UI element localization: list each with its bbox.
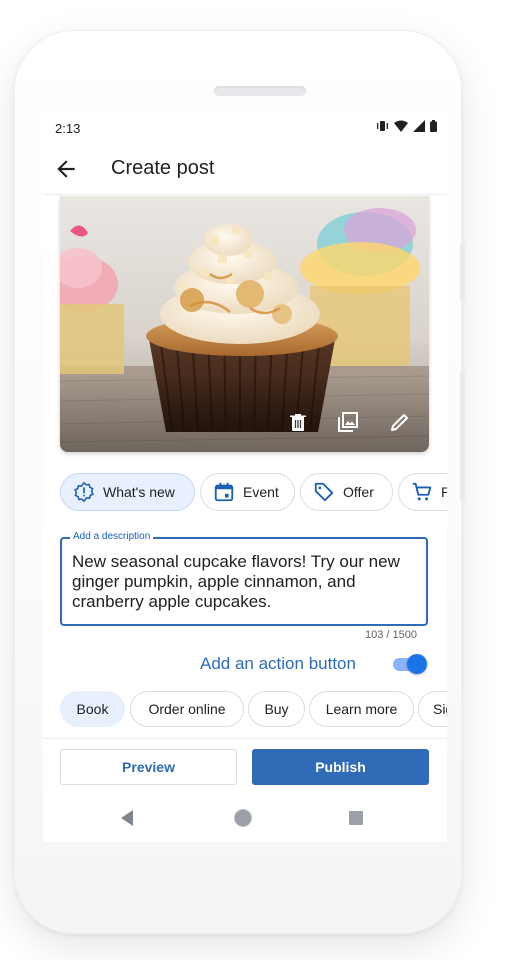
chip-label: P (441, 484, 447, 500)
description-field[interactable]: Add a description New seasonal cupcake f… (60, 531, 428, 626)
character-counter: 103 / 1500 (365, 629, 417, 641)
post-photo (60, 196, 429, 452)
toggle-thumb (407, 654, 427, 674)
photo-actions (60, 196, 429, 452)
whats-new-badge-icon (74, 481, 94, 503)
phone-volume-button (460, 372, 465, 500)
chip-product[interactable]: P (398, 473, 447, 511)
chip-label: Sig (433, 701, 447, 717)
chip-sign-up[interactable]: Sig (418, 691, 447, 727)
status-time: 2:13 (55, 121, 81, 136)
chip-label: Offer (343, 484, 374, 500)
chip-label: Buy (264, 701, 289, 717)
tag-icon (314, 482, 334, 502)
battery-icon (430, 120, 437, 132)
phone-power-button (460, 244, 465, 300)
cart-icon (412, 482, 432, 501)
nav-recents-icon[interactable] (349, 811, 363, 825)
chip-buy[interactable]: Buy (248, 691, 305, 727)
app-bar: Create post (43, 144, 447, 195)
screen: 2:13 Create post What's new Event Offer … (43, 114, 447, 842)
nav-home-icon[interactable] (234, 809, 252, 827)
chip-label: Order online (148, 701, 226, 717)
action-type-chips: Book Order online Buy Learn more Sig (60, 691, 447, 731)
page-title: Create post (111, 157, 215, 179)
photo-library-icon[interactable] (336, 410, 360, 434)
chip-label: What's new (103, 484, 175, 500)
chip-whats-new[interactable]: What's new (60, 473, 195, 511)
nav-back-icon[interactable] (121, 810, 133, 826)
edit-icon[interactable] (388, 410, 412, 434)
status-icons (376, 120, 437, 132)
chip-book[interactable]: Book (60, 691, 125, 727)
preview-button[interactable]: Preview (60, 749, 237, 785)
divider (43, 738, 447, 739)
system-nav-bar (43, 798, 447, 842)
description-label: Add a description (70, 531, 154, 542)
post-type-chips: What's new Event Offer P (60, 473, 447, 513)
back-arrow-icon[interactable] (53, 156, 79, 182)
vibrate-icon (377, 121, 388, 131)
chip-event[interactable]: Event (200, 473, 295, 511)
chip-learn-more[interactable]: Learn more (309, 691, 414, 727)
chip-label: Event (243, 484, 279, 500)
chip-label: Learn more (325, 701, 398, 717)
delete-icon[interactable] (286, 410, 310, 434)
publish-button[interactable]: Publish (252, 749, 429, 785)
chip-order-online[interactable]: Order online (130, 691, 244, 727)
wifi-icon (394, 120, 408, 132)
action-button-toggle[interactable] (393, 654, 427, 674)
description-input[interactable]: New seasonal cupcake flavors! Try our ne… (72, 552, 422, 612)
chip-label: Book (76, 701, 109, 717)
phone-speaker (214, 86, 306, 96)
status-bar: 2:13 (43, 114, 447, 142)
calendar-event-icon (214, 482, 234, 502)
chip-offer[interactable]: Offer (300, 473, 393, 511)
signal-icon (413, 120, 425, 132)
action-button-label: Add an action button (200, 654, 356, 673)
